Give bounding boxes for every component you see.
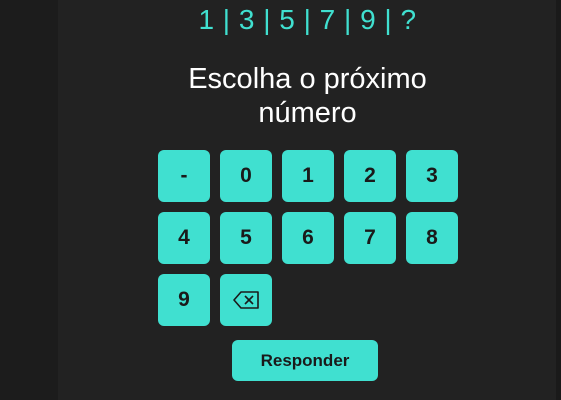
backspace-icon: [232, 290, 260, 310]
key-minus[interactable]: -: [158, 150, 210, 202]
key-5[interactable]: 5: [220, 212, 272, 264]
key-0[interactable]: 0: [220, 150, 272, 202]
submit-answer-button[interactable]: Responder: [232, 340, 378, 381]
question-prompt: Escolha o próximo número: [0, 62, 561, 130]
number-sequence: 1 | 3 | 5 | 7 | 9 | ?: [198, 4, 417, 35]
right-edge: [556, 0, 561, 400]
left-sidebar-shadow: [0, 0, 58, 400]
key-7[interactable]: 7: [344, 212, 396, 264]
key-3[interactable]: 3: [406, 150, 458, 202]
backspace-button[interactable]: [220, 274, 272, 326]
prompt-line-2: número: [258, 97, 357, 129]
key-9[interactable]: 9: [158, 274, 210, 326]
key-2[interactable]: 2: [344, 150, 396, 202]
key-6[interactable]: 6: [282, 212, 334, 264]
key-1[interactable]: 1: [282, 150, 334, 202]
key-8[interactable]: 8: [406, 212, 458, 264]
key-4[interactable]: 4: [158, 212, 210, 264]
prompt-line-1: Escolha o próximo: [188, 63, 427, 95]
sequence-header: 1 | 3 | 5 | 7 | 9 | ?: [0, 0, 561, 40]
